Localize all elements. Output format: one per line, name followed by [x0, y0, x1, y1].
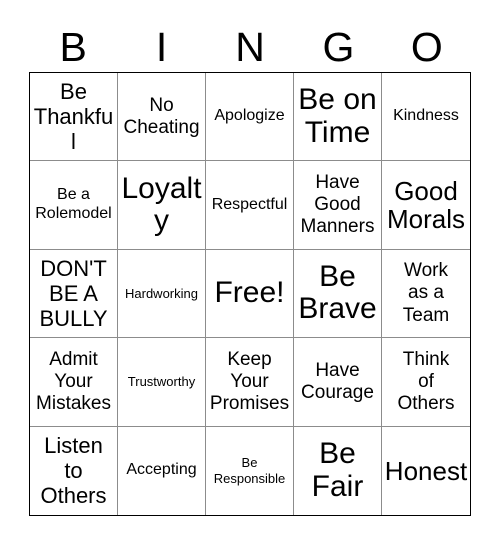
bingo-cell-label: Trustworthy [127, 374, 196, 390]
bingo-cell-label: Work as a Team [402, 260, 450, 326]
bingo-cell-r2-c5[interactable]: Good Morals [382, 161, 470, 250]
bingo-cell-r2-c3[interactable]: Respectful [206, 161, 294, 250]
bingo-header-letter-1: I [155, 23, 168, 70]
bingo-grid: Be Thankful No Cheating Apologize Be on Time Ki… [29, 72, 471, 516]
bingo-cell-r5-c5[interactable]: Honest [382, 426, 470, 515]
bingo-cell-r3-c5[interactable]: Work as a Team [382, 249, 470, 339]
bingo-cell-label: Be a Rolemodel [35, 186, 112, 223]
bingo-cell-r1-c2[interactable]: No Cheating [118, 73, 206, 162]
bingo-cell-r1-c5[interactable]: Kindness [382, 73, 470, 162]
bingo-cell-r3-c3[interactable]: Free! [206, 249, 294, 339]
bingo-header-letter-0: B [59, 23, 87, 70]
bingo-cell-r3-c4[interactable]: Be Brave [294, 249, 382, 339]
bingo-cell-r4-c5[interactable]: Think of Others [382, 338, 470, 427]
bingo-cell-label: Listen to Others [40, 433, 107, 509]
bingo-cell-label: Be Responsible [213, 455, 286, 486]
bingo-cell-label: Loyalty [121, 171, 202, 238]
bingo-cell-r4-c2[interactable]: Trustworthy [118, 338, 206, 427]
bingo-cell-label: Admit Your Mistakes [36, 348, 111, 414]
bingo-header-letter-3: G [322, 23, 355, 70]
bingo-cell-r2-c1[interactable]: Be a Rolemodel [30, 161, 118, 250]
bingo-cell-label: DON'T BE A BULLY [39, 255, 108, 332]
bingo-cell-r3-c1[interactable]: DON'T BE A BULLY [30, 249, 118, 339]
bingo-cell-label: Be on Time [298, 83, 377, 149]
bingo-cell-r2-c4[interactable]: Have Good Manners [294, 161, 382, 250]
bingo-cell-r4-c4[interactable]: Have Courage [294, 338, 382, 427]
bingo-cell-label: Have Good Manners [300, 172, 375, 238]
bingo-cell-r2-c2[interactable]: Loyalty [118, 161, 206, 250]
bingo-cell-label: Honest [384, 455, 468, 486]
bingo-header-letter-4: O [410, 23, 443, 70]
bingo-cell-label: Accepting [126, 461, 197, 479]
bingo-header-row: BINGO [29, 22, 471, 72]
bingo-cell-label: Have Courage [301, 359, 374, 403]
bingo-cell-label: Kindness [393, 107, 459, 125]
bingo-cell-label: Respectful [211, 195, 288, 213]
bingo-cell-r5-c3[interactable]: Be Responsible [206, 426, 294, 515]
bingo-card: B I N G O Be Thankful No Cheating Apologize Be on… [0, 0, 500, 544]
bingo-cell-label: Hardworking [125, 285, 198, 301]
bingo-cell-label: Good Morals [386, 175, 465, 235]
bingo-cell-r1-c1[interactable]: Be Thankful [30, 73, 118, 162]
bingo-cell-label: Keep Your Promises [209, 348, 290, 414]
bingo-cell-r1-c4[interactable]: Be on Time [294, 73, 382, 162]
bingo-cell-r1-c3[interactable]: Apologize [206, 73, 294, 162]
bingo-cell-r5-c2[interactable]: Accepting [118, 426, 206, 515]
bingo-cell-label: Be Fair [311, 437, 364, 503]
bingo-cell-label: Apologize [214, 107, 285, 125]
bingo-cell-r5-c4[interactable]: Be Fair [294, 426, 382, 515]
bingo-cell-label: Be Thankful [33, 79, 114, 155]
bingo-cell-r3-c2[interactable]: Hardworking [118, 249, 206, 339]
bingo-cell-label: Be Brave [298, 260, 377, 326]
bingo-header-letter-2: N [235, 23, 265, 70]
bingo-cell-r5-c1[interactable]: Listen to Others [30, 426, 118, 515]
bingo-cell-label: Free! [214, 276, 285, 310]
bingo-cell-label: No Cheating [123, 94, 200, 138]
bingo-cell-r4-c3[interactable]: Keep Your Promises [206, 338, 294, 427]
bingo-cell-label: Think of Others [397, 348, 455, 414]
bingo-cell-r4-c1[interactable]: Admit Your Mistakes [30, 338, 118, 427]
